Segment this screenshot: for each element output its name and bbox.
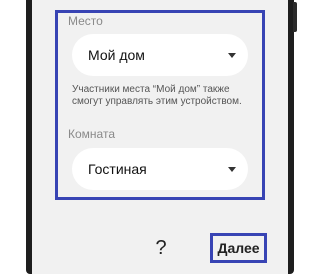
location-dropdown[interactable]: Мой дом <box>72 34 248 76</box>
room-selected-value: Гостиная <box>88 161 147 177</box>
location-label: Место <box>68 14 103 28</box>
caret-down-icon <box>228 52 236 58</box>
location-helper-text: Участники места “Мой дом” также смогут у… <box>72 84 242 107</box>
location-selected-value: Мой дом <box>88 47 145 63</box>
room-dropdown[interactable]: Гостиная <box>72 148 248 190</box>
next-button[interactable]: Далее <box>213 236 264 260</box>
caret-down-icon <box>228 166 236 172</box>
room-label: Комната <box>68 127 115 141</box>
help-button[interactable]: ? <box>150 236 172 260</box>
phone-side-button <box>293 2 297 32</box>
